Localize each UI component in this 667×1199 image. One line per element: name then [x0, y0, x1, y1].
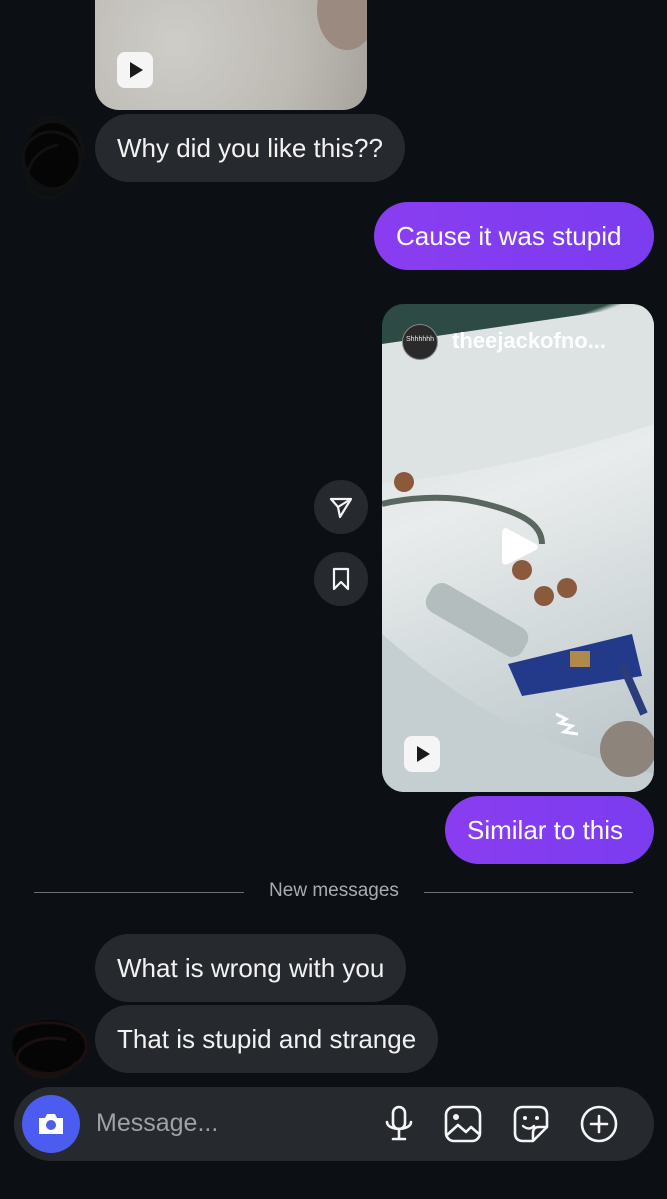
bookmark-icon	[332, 567, 350, 591]
divider-line-left	[34, 892, 244, 893]
incoming-message[interactable]: Why did you like this??	[95, 114, 405, 182]
new-messages-label: New messages	[269, 880, 399, 901]
incoming-message[interactable]: That is stupid and strange	[95, 1005, 439, 1073]
sticker-icon[interactable]	[511, 1105, 551, 1143]
play-icon	[117, 52, 153, 88]
message-composer: Message...	[14, 1087, 654, 1161]
divider-line-right	[424, 892, 633, 893]
outgoing-message[interactable]: Cause it was stupid	[374, 202, 654, 270]
share-button[interactable]	[314, 480, 368, 534]
post-author-avatar: Shhhhhh	[402, 324, 438, 360]
shared-video-thumbnail[interactable]	[95, 0, 367, 110]
contact-avatar	[12, 1020, 88, 1079]
save-button[interactable]	[314, 552, 368, 606]
microphone-icon[interactable]	[382, 1105, 416, 1143]
post-username[interactable]: theejackofno...	[452, 328, 606, 354]
avatar-text: Shhhhhh	[405, 336, 435, 343]
camera-button[interactable]	[22, 1095, 80, 1153]
thumbnail-detail	[317, 0, 367, 50]
share-icon	[329, 497, 353, 519]
add-icon[interactable]	[579, 1105, 619, 1145]
gallery-icon[interactable]	[444, 1105, 482, 1143]
reel-badge-icon	[404, 736, 440, 772]
camera-icon	[39, 1114, 63, 1134]
contact-avatar	[21, 115, 85, 200]
message-input[interactable]: Message...	[96, 1109, 218, 1138]
incoming-message[interactable]: What is wrong with you	[95, 934, 407, 1002]
outgoing-message[interactable]: Similar to this	[445, 796, 654, 864]
shared-reel[interactable]: Shhhhhh theejackofno...	[382, 304, 654, 792]
play-icon[interactable]	[496, 524, 542, 570]
